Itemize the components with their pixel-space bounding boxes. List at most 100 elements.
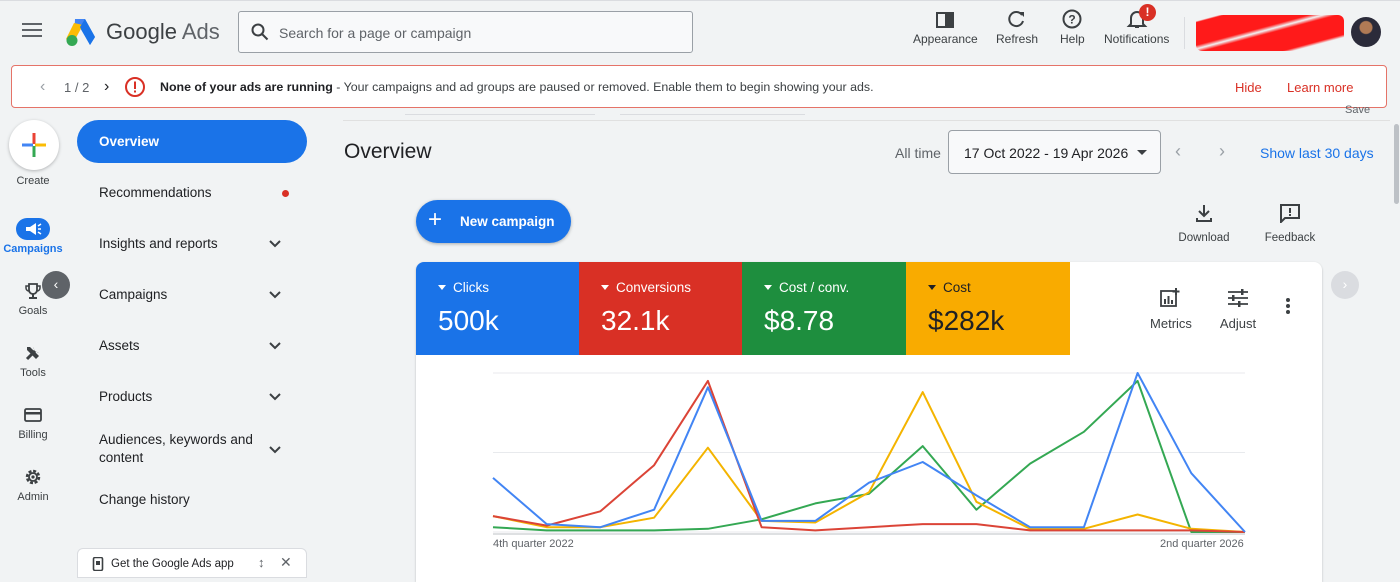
nav-item-label: Overview: [99, 134, 160, 149]
metric-tile-clicks[interactable]: Clicks 500k: [416, 262, 580, 355]
avatar[interactable]: [1351, 17, 1381, 47]
alert-title: None of your ads are running: [160, 80, 333, 94]
plus-icon: [22, 133, 46, 157]
tools-icon: [16, 342, 50, 364]
range-label: All time: [895, 145, 941, 161]
metric-tile-conversions[interactable]: Conversions 32.1k: [579, 262, 743, 355]
performance-card: Clicks 500k Conversions 32.1k Cost / con…: [416, 262, 1322, 582]
metric-tile-cost[interactable]: Cost $282k: [906, 262, 1070, 355]
alert-pager: 1 / 2: [64, 80, 90, 95]
rail-item-goals[interactable]: Goals: [0, 280, 66, 317]
gear-icon: [16, 466, 50, 488]
metric-name: Conversions: [601, 280, 691, 295]
app-promo-label: Get the Google Ads app: [111, 558, 234, 570]
metric-name: Cost / conv.: [764, 280, 849, 295]
alert-prev-button[interactable]: ‹: [40, 78, 45, 96]
alert-next-button[interactable]: ›: [104, 78, 109, 96]
metrics-button[interactable]: Metrics: [1148, 288, 1194, 331]
app-promo-banner[interactable]: Get the Google Ads app ↕ ✕: [77, 548, 307, 578]
chart-series-cost[interactable]: [492, 391, 1246, 533]
feedback-button[interactable]: Feedback: [1262, 203, 1318, 244]
help-icon: ?: [1062, 9, 1082, 29]
alert-learn-more-link[interactable]: Learn more: [1287, 80, 1353, 95]
refresh-button[interactable]: Refresh: [996, 9, 1038, 46]
notification-dot: [282, 190, 289, 197]
create-label: Create: [16, 175, 50, 187]
close-icon[interactable]: ✕: [280, 554, 292, 571]
svg-text:?: ?: [1069, 13, 1076, 27]
date-next-button[interactable]: ›: [1219, 141, 1225, 162]
metric-name: Clicks: [438, 280, 489, 295]
scrollbar-thumb[interactable]: [1394, 124, 1399, 204]
appearance-button[interactable]: Appearance: [913, 9, 978, 46]
nav-item-label: Recommendations: [99, 185, 212, 200]
credit-card-icon: [16, 404, 50, 426]
new-campaign-button[interactable]: + New campaign: [416, 200, 571, 243]
notifications-label: Notifications: [1104, 32, 1170, 46]
nav-item-audiences-keywords-content[interactable]: Audiences, keywords and content: [77, 431, 307, 469]
google-ads-logo[interactable]: [64, 17, 96, 47]
metric-tile-cost-per-conversion[interactable]: Cost / conv. $8.78: [742, 262, 906, 355]
chart-series-conversions[interactable]: [492, 379, 1246, 533]
save-button-fragment[interactable]: Save: [1345, 104, 1370, 116]
help-button[interactable]: ? Help: [1060, 9, 1085, 46]
notifications-button[interactable]: Notifications: [1104, 9, 1169, 46]
tab-placeholder: [405, 110, 595, 115]
alert-hide-link[interactable]: Hide: [1235, 80, 1262, 95]
chevron-down-icon: [269, 446, 281, 454]
chevron-down-icon: [269, 291, 281, 299]
card-next-button[interactable]: ›: [1331, 271, 1359, 299]
refresh-icon: [1008, 11, 1025, 28]
nav-item-insights-and-reports[interactable]: Insights and reports: [77, 235, 307, 255]
nav-item-products[interactable]: Products: [77, 388, 307, 408]
date-range-value: 17 Oct 2022 - 19 Apr 2026: [964, 145, 1129, 161]
nav-item-assets[interactable]: Assets: [77, 337, 307, 357]
more-options-icon[interactable]: [1286, 298, 1290, 316]
appearance-label: Appearance: [913, 32, 978, 46]
adjust-button[interactable]: Adjust: [1216, 288, 1260, 331]
rail-item-label: Admin: [17, 491, 49, 503]
error-icon: [125, 77, 145, 97]
metrics-label: Metrics: [1150, 316, 1192, 331]
x-axis-end-label: 2nd quarter 2026: [1160, 538, 1244, 550]
search-box[interactable]: [238, 11, 693, 54]
show-last-30-days-link[interactable]: Show last 30 days: [1260, 145, 1374, 161]
search-input[interactable]: [277, 12, 681, 54]
page-title: Overview: [344, 140, 432, 163]
account-name-redacted[interactable]: [1196, 15, 1344, 51]
chart-series-cost-conv-[interactable]: [492, 379, 1245, 533]
rail-item-tools[interactable]: Tools: [0, 342, 66, 379]
date-range-picker[interactable]: 17 Oct 2022 - 19 Apr 2026: [948, 130, 1161, 174]
feedback-label: Feedback: [1264, 232, 1316, 244]
expand-icon[interactable]: ↕: [258, 555, 265, 570]
x-axis-start-label: 4th quarter 2022: [493, 538, 574, 550]
create-button[interactable]: [9, 120, 59, 170]
main-menu-icon[interactable]: [22, 23, 42, 41]
nav-item-recommendations[interactable]: Recommendations: [77, 184, 307, 204]
tune-icon: [1228, 289, 1248, 307]
nav-item-change-history[interactable]: Change history: [77, 491, 307, 511]
download-button[interactable]: Download: [1176, 203, 1232, 244]
tab-placeholder: [620, 110, 805, 115]
rail-item-billing[interactable]: Billing: [0, 404, 66, 441]
chevron-down-icon: [269, 393, 281, 401]
metric-value: $8.78: [764, 305, 835, 336]
rail-item-admin[interactable]: Admin: [0, 466, 66, 503]
rail-item-label: Goals: [18, 305, 48, 317]
rail-item-label: Billing: [18, 429, 48, 441]
product-name: Google Ads: [106, 19, 220, 44]
rail-item-campaigns[interactable]: Campaigns: [0, 218, 66, 255]
notification-badge: !: [1139, 4, 1156, 21]
metric-name: Cost: [928, 280, 971, 295]
nav-item-campaigns[interactable]: Campaigns: [77, 286, 307, 306]
nav-item-label: Change history: [99, 492, 190, 507]
rail-item-label: Campaigns: [3, 243, 63, 255]
nav-item-label: Audiences, keywords and content: [99, 432, 253, 465]
appearance-icon: [936, 12, 955, 28]
date-prev-button[interactable]: ‹: [1175, 141, 1181, 162]
metric-value: 500k: [438, 305, 499, 336]
top-bar: Google Ads Appearance Refresh ? Help: [0, 0, 1400, 63]
adjust-label: Adjust: [1219, 316, 1257, 331]
plus-icon: +: [428, 206, 443, 233]
nav-item-overview[interactable]: Overview: [77, 120, 307, 163]
